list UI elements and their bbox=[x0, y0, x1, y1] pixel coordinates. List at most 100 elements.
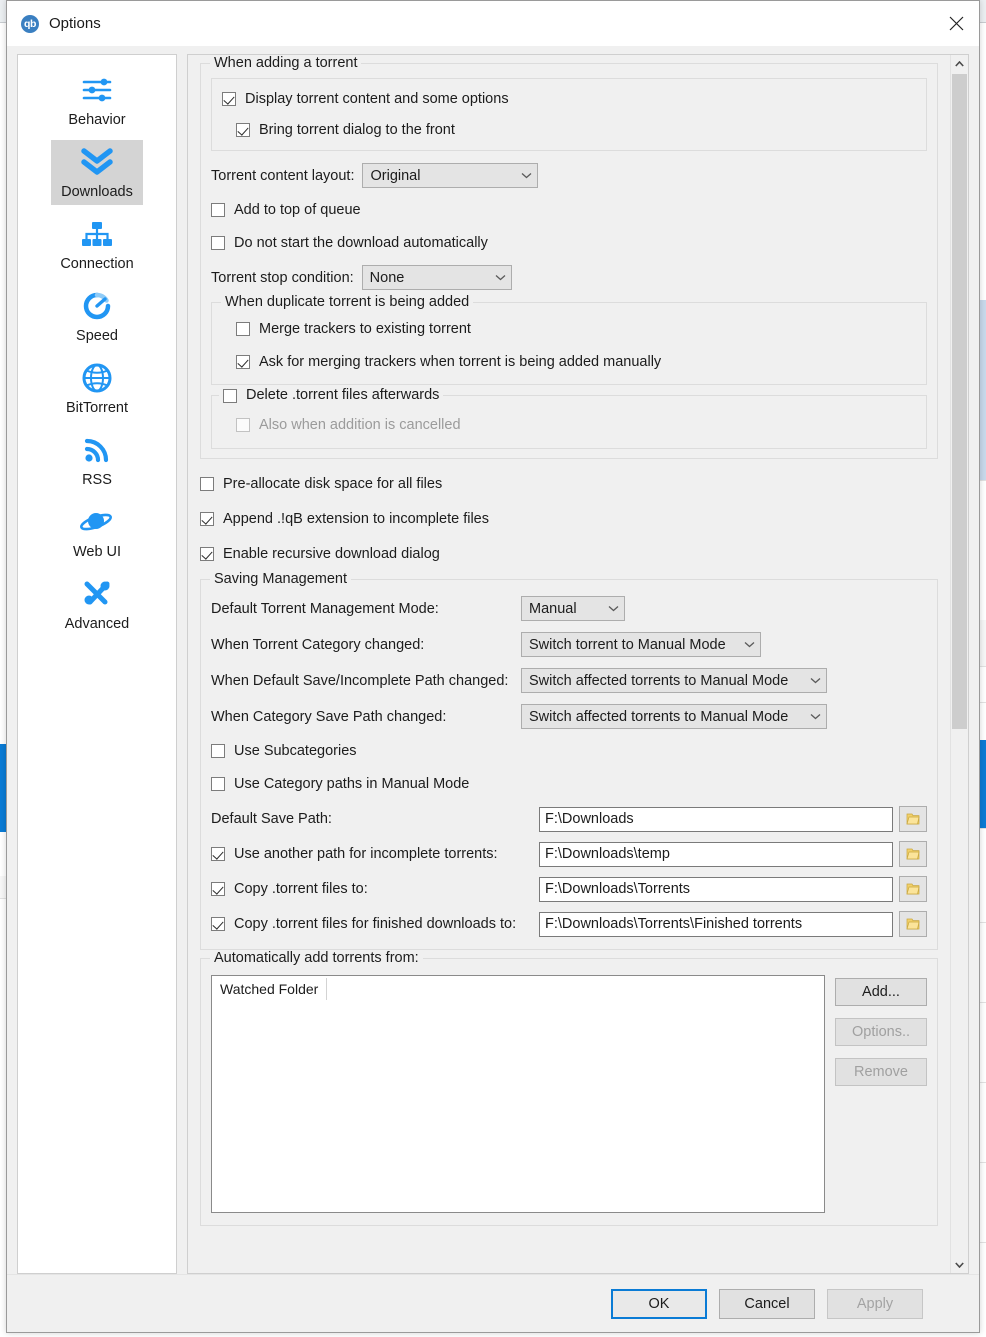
watched-folders-table[interactable]: Watched Folder bbox=[211, 975, 825, 1213]
planet-icon bbox=[75, 502, 119, 542]
checkbox-box bbox=[236, 123, 250, 137]
label-category-save-path-changed: When Category Save Path changed: bbox=[211, 708, 447, 725]
table-header-row: Watched Folder bbox=[212, 976, 824, 1003]
folder-icon bbox=[906, 848, 920, 860]
scrollbar-thumb[interactable] bbox=[952, 74, 967, 729]
label-default-save-path-changed: When Default Save/Incomplete Path change… bbox=[211, 672, 509, 689]
remove-watched-folder-button[interactable]: Remove bbox=[835, 1058, 927, 1086]
checkbox-ask-merging-trackers[interactable]: Ask for merging trackers when torrent is… bbox=[236, 354, 661, 370]
select-default-save-path-changed[interactable]: Switch affected torrents to Manual Mode bbox=[521, 668, 827, 693]
checkbox-preallocate-disk-space[interactable]: Pre-allocate disk space for all files bbox=[200, 476, 442, 492]
sidebar-item-web-ui[interactable]: Web UI bbox=[18, 497, 176, 569]
group-title: Automatically add torrents from: bbox=[210, 951, 423, 966]
folder-icon bbox=[906, 918, 920, 930]
checkbox-box bbox=[200, 512, 214, 526]
scroll-down-arrow-icon[interactable] bbox=[951, 1256, 968, 1273]
downloads-settings-panel: When adding a torrent Display torrent co… bbox=[188, 55, 950, 1273]
column-header-watched-folder[interactable]: Watched Folder bbox=[212, 978, 328, 1000]
sidebar-item-behavior[interactable]: Behavior bbox=[18, 65, 176, 137]
browse-copy-finished-path-button[interactable] bbox=[899, 911, 927, 937]
sidebar-item-downloads[interactable]: Downloads bbox=[18, 137, 176, 209]
checkbox-use-another-path-incomplete[interactable]: Use another path for incomplete torrents… bbox=[211, 846, 539, 862]
sidebar-item-rss[interactable]: RSS bbox=[18, 425, 176, 497]
sidebar-item-label: Web UI bbox=[72, 544, 122, 560]
sidebar-item-label: Speed bbox=[76, 328, 118, 344]
chevron-down-icon bbox=[495, 274, 506, 281]
checkbox-box bbox=[211, 917, 225, 931]
sidebar-item-advanced[interactable]: Advanced bbox=[18, 569, 176, 641]
browse-copy-torrent-path-button[interactable] bbox=[899, 876, 927, 902]
input-copy-finished-path[interactable]: F:\Downloads\Torrents\Finished torrents bbox=[539, 911, 893, 937]
select-torrent-content-layout[interactable]: Original bbox=[362, 163, 539, 188]
select-value: Manual bbox=[529, 600, 577, 617]
watched-folders-area: Watched Folder Add... Options.. Remove bbox=[211, 975, 927, 1213]
settings-panel-wrapper: When adding a torrent Display torrent co… bbox=[187, 54, 969, 1274]
chevron-down-icon bbox=[744, 641, 755, 648]
folder-icon bbox=[906, 883, 920, 895]
checkbox-also-when-cancelled[interactable]: Also when addition is cancelled bbox=[236, 417, 461, 433]
title-bar: qb Options bbox=[7, 1, 979, 46]
screen: qb Options Behavior Downloads Connection… bbox=[0, 0, 986, 1337]
group-saving-management: Saving Management Default Torrent Manage… bbox=[200, 572, 938, 950]
select-value: Switch affected torrents to Manual Mode bbox=[529, 708, 789, 725]
select-torrent-category-changed[interactable]: Switch torrent to Manual Mode bbox=[521, 632, 761, 657]
rss-icon bbox=[75, 430, 119, 470]
folder-icon bbox=[906, 813, 920, 825]
add-watched-folder-button[interactable]: Add... bbox=[835, 978, 927, 1006]
label-torrent-category-changed: When Torrent Category changed: bbox=[211, 636, 425, 653]
checkbox-delete-torrent-afterwards[interactable]: Delete .torrent files afterwards bbox=[223, 388, 439, 403]
label-torrent-content-layout: Torrent content layout: bbox=[211, 167, 355, 184]
checkbox-label: Pre-allocate disk space for all files bbox=[223, 476, 443, 492]
apply-button[interactable]: Apply bbox=[827, 1288, 923, 1319]
checkbox-label: Bring torrent dialog to the front bbox=[259, 122, 455, 138]
checkbox-append-qb-extension[interactable]: Append .!qB extension to incomplete file… bbox=[200, 511, 489, 527]
label-default-tmm: Default Torrent Management Mode: bbox=[211, 600, 439, 617]
watched-folder-options-button[interactable]: Options.. bbox=[835, 1018, 927, 1046]
input-default-save-path[interactable]: F:\Downloads bbox=[539, 806, 893, 832]
checkbox-copy-torrent-files-to[interactable]: Copy .torrent files to: bbox=[211, 881, 539, 897]
browse-incomplete-path-button[interactable] bbox=[899, 841, 927, 867]
close-icon[interactable] bbox=[933, 1, 979, 46]
select-category-save-path-changed[interactable]: Switch affected torrents to Manual Mode bbox=[521, 704, 827, 729]
ok-button[interactable]: OK bbox=[611, 1288, 707, 1319]
checkbox-display-torrent-content[interactable]: Display torrent content and some options bbox=[222, 91, 509, 107]
select-value: Original bbox=[370, 167, 421, 184]
input-copy-torrent-path[interactable]: F:\Downloads\Torrents bbox=[539, 876, 893, 902]
checkbox-copy-finished-torrent-files-to[interactable]: Copy .torrent files for finished downloa… bbox=[211, 916, 539, 932]
checkbox-use-subcategories[interactable]: Use Subcategories bbox=[211, 743, 357, 759]
select-torrent-stop-condition[interactable]: None bbox=[361, 265, 512, 290]
checkbox-use-category-paths[interactable]: Use Category paths in Manual Mode bbox=[211, 776, 469, 792]
chevron-down-icon bbox=[608, 605, 619, 612]
sidebar-item-speed[interactable]: Speed bbox=[18, 281, 176, 353]
settings-scrollbar[interactable] bbox=[950, 55, 968, 1273]
group-duplicate-torrent: When duplicate torrent is being added Me… bbox=[211, 295, 927, 385]
dialog-footer: OK Cancel Apply bbox=[7, 1274, 979, 1332]
checkbox-merge-trackers[interactable]: Merge trackers to existing torrent bbox=[236, 321, 471, 337]
scroll-up-arrow-icon[interactable] bbox=[951, 55, 968, 72]
input-incomplete-path[interactable]: F:\Downloads\temp bbox=[539, 841, 893, 867]
cancel-button[interactable]: Cancel bbox=[719, 1288, 815, 1319]
checkbox-label: Use Subcategories bbox=[234, 743, 357, 759]
group-title: When adding a torrent bbox=[210, 56, 362, 71]
checkbox-box bbox=[211, 777, 225, 791]
dialog-body: Behavior Downloads Connection Speed BitT… bbox=[7, 46, 979, 1274]
checkbox-box bbox=[200, 547, 214, 561]
checkbox-label: Display torrent content and some options bbox=[245, 91, 509, 107]
group-when-adding-torrent: When adding a torrent Display torrent co… bbox=[200, 56, 938, 459]
select-default-tmm[interactable]: Manual bbox=[521, 596, 625, 621]
select-value: Switch torrent to Manual Mode bbox=[529, 636, 726, 653]
browse-default-save-path-button[interactable] bbox=[899, 806, 927, 832]
checkbox-add-to-top-of-queue[interactable]: Add to top of queue bbox=[211, 202, 361, 218]
options-dialog: qb Options Behavior Downloads Connection… bbox=[6, 0, 980, 1333]
sidebar-item-connection[interactable]: Connection bbox=[18, 209, 176, 281]
checkbox-box bbox=[211, 236, 225, 250]
checkbox-label: Use another path for incomplete torrents… bbox=[234, 846, 498, 862]
sidebar-item-label: BitTorrent bbox=[65, 400, 129, 416]
qbittorrent-logo-icon: qb bbox=[21, 14, 39, 33]
checkbox-enable-recursive-download[interactable]: Enable recursive download dialog bbox=[200, 546, 440, 562]
checkbox-bring-dialog-front[interactable]: Bring torrent dialog to the front bbox=[236, 122, 455, 138]
sidebar-item-bittorrent[interactable]: BitTorrent bbox=[18, 353, 176, 425]
checkbox-box bbox=[236, 355, 250, 369]
sliders-icon bbox=[75, 70, 119, 110]
checkbox-do-not-start-download[interactable]: Do not start the download automatically bbox=[211, 235, 488, 251]
